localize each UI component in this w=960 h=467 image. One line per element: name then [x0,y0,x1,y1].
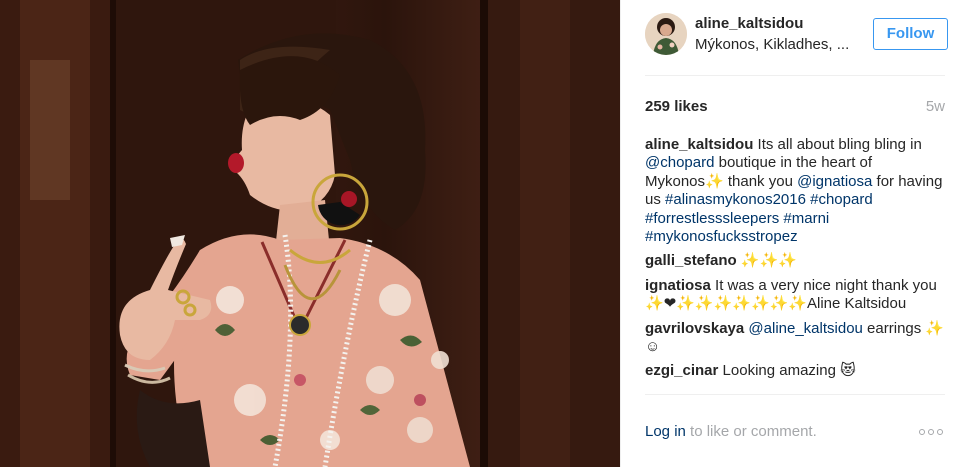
hashtag-link[interactable]: #mykonosfucksstropez [645,228,798,245]
login-prompt-text: to like or comment. [685,423,817,440]
post-side-panel: aline_kaltsidou Mýkonos, Kikladhes, ... … [620,0,960,467]
more-dot [937,429,943,435]
post-footer: Log in to like or comment. [645,394,945,467]
avatar[interactable] [645,13,687,55]
hashtag-link[interactable]: #marni [783,210,829,227]
hashtag-link[interactable]: #chopard [810,191,873,208]
mention-link[interactable]: @aline_kaltsidou [748,320,862,337]
comment-item: ezgi_cinar Looking amazing 😻 [645,362,945,380]
more-dot [928,429,934,435]
mention-link[interactable]: @ignatiosa [797,173,872,190]
comment-username[interactable]: ezgi_cinar [645,362,718,379]
login-link[interactable]: Log in [645,423,686,440]
post-location[interactable]: Mýkonos, Kikladhes, ... [695,36,849,53]
comment-item: gavrilovskaya @aline_kaltsidou earrings … [645,320,945,357]
instagram-post: aline_kaltsidou Mýkonos, Kikladhes, ... … [0,0,960,467]
more-options-icon[interactable] [919,427,945,437]
comments-list: aline_kaltsidou Its all about bling blin… [645,136,945,394]
comment-username[interactable]: galli_stefano [645,252,737,269]
more-dot [919,429,925,435]
comment-text: Looking amazing 😻 [718,362,856,380]
hashtag-link[interactable]: #alinasmykonos2016 [665,191,806,208]
comment-item: ignatiosa It was a very nice night thank… [645,277,945,314]
hashtag-link[interactable]: #forrestlesssleepers [645,210,779,227]
avatar-image [645,13,687,55]
comment-text: ✨✨✨ [736,252,797,270]
comment-username[interactable]: gavrilovskaya [645,320,744,337]
comment-username[interactable]: aline_kaltsidou [645,136,753,153]
post-username[interactable]: aline_kaltsidou [695,15,803,32]
login-prompt: Log in to like or comment. [645,423,817,440]
likes-count[interactable]: 259 likes [645,98,708,115]
comment-username[interactable]: ignatiosa [645,277,711,294]
post-age[interactable]: 5w [926,98,945,115]
comment-item: galli_stefano ✨✨✨ [645,252,945,270]
photo-illustration [0,0,620,467]
post-photo[interactable] [0,0,620,467]
comment-text: Its all about bling bling in [753,136,922,153]
post-stats: 259 likes 5w [645,96,945,120]
follow-button[interactable]: Follow [873,18,948,50]
comment-item: aline_kaltsidou Its all about bling blin… [645,136,945,246]
post-header: aline_kaltsidou Mýkonos, Kikladhes, ... … [645,0,948,76]
mention-link[interactable]: @chopard [645,154,714,171]
